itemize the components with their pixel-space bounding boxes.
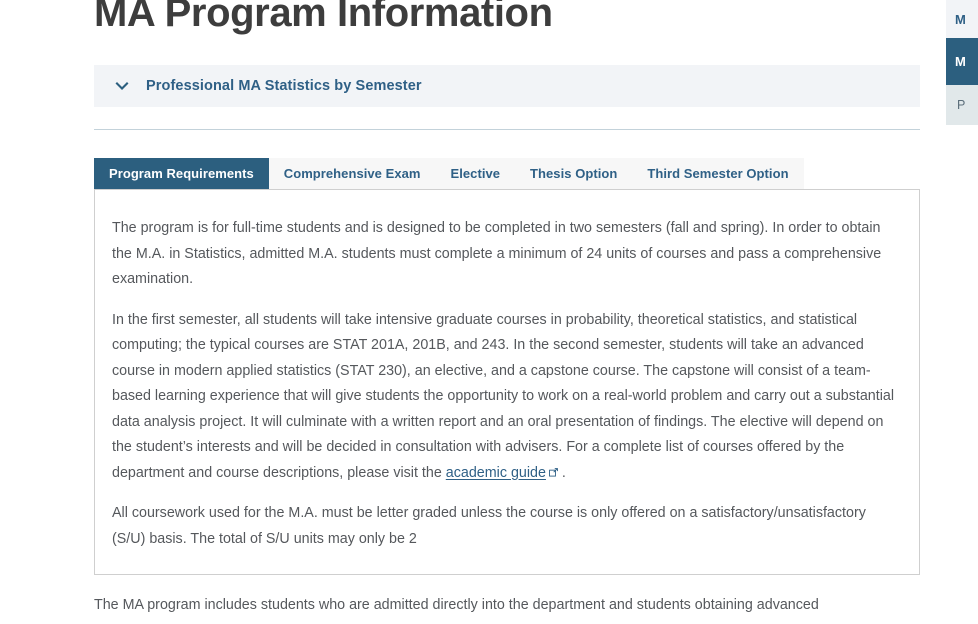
tab-label: Thesis Option <box>530 166 618 181</box>
tab-thesis-option[interactable]: Thesis Option <box>515 158 633 189</box>
side-rail: M M P <box>946 0 978 624</box>
tab-program-requirements[interactable]: Program Requirements <box>94 158 269 189</box>
main-content-column: MA Program Information Professional MA S… <box>94 0 920 619</box>
tab-label: Third Semester Option <box>647 166 789 181</box>
tab-comprehensive-exam[interactable]: Comprehensive Exam <box>268 158 436 189</box>
tab-label: Program Requirements <box>109 166 254 181</box>
tab-bar: Program Requirements Comprehensive Exam … <box>94 158 920 189</box>
page-title: MA Program Information <box>94 0 553 35</box>
section-divider <box>94 129 920 130</box>
side-rail-item-label: M <box>955 11 966 27</box>
paragraph-2-text-after-link: . <box>557 464 566 481</box>
side-rail-item-label: P <box>957 98 966 112</box>
tab-label: Comprehensive Exam <box>283 166 421 181</box>
side-rail-item-label: M <box>955 54 966 69</box>
panel-paragraph-3: All coursework used for the M.A. must be… <box>112 505 866 547</box>
accordion-label: Professional MA Statistics by Semester <box>146 78 422 94</box>
accordion-header-professional-ma-statistics[interactable]: Professional MA Statistics by Semester <box>94 65 920 107</box>
chevron-down-icon <box>113 77 131 95</box>
side-rail-item-1[interactable]: M <box>946 0 978 38</box>
panel-paragraph-1: The program is for full-time students an… <box>112 220 882 287</box>
external-link-icon <box>549 467 558 477</box>
below-panel-text: The MA program includes students who are… <box>94 597 819 613</box>
paragraph-2-text-before-link: In the first semester, all students will… <box>112 311 895 481</box>
side-rail-item-3[interactable]: P <box>946 85 978 125</box>
academic-guide-link[interactable]: academic guide <box>446 465 546 481</box>
tab-panel-program-requirements: The program is for full-time students an… <box>94 189 920 575</box>
tab-elective[interactable]: Elective <box>435 158 516 189</box>
side-rail-item-2-active[interactable]: M <box>946 38 978 85</box>
page-root: MA Program Information Professional MA S… <box>0 0 978 624</box>
tab-label: Elective <box>450 166 501 181</box>
tab-third-semester-option[interactable]: Third Semester Option <box>632 158 804 189</box>
panel-paragraph-2: In the first semester, all students will… <box>112 308 897 487</box>
